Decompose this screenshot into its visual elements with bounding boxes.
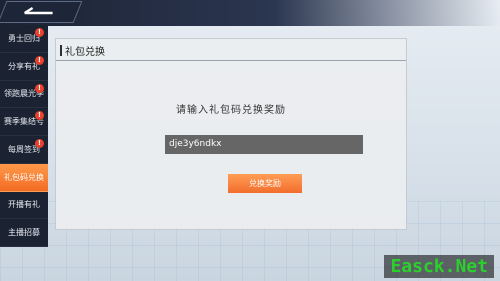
sidebar-item-weekly-checkin[interactable]: 每周签到 ! [0,136,48,164]
gift-code-input[interactable] [165,135,363,154]
sidebar-item-label: 主播招募 [8,228,40,238]
sidebar-item-label: 开播有礼 [8,200,40,210]
notification-badge: ! [35,139,44,148]
sidebar-item-gift-code[interactable]: 礼包码兑换 [0,163,48,192]
sidebar: 勇士回归 ! 分享有礼 ! 领跑晨光季 ! 赛季集结号 ! 每周签到 ! 礼包码… [0,25,48,247]
sidebar-item-return[interactable]: 勇士回归 ! [0,25,48,53]
notification-badge: ! [35,28,44,37]
panel-title: 礼包兑换 [65,47,105,58]
notification-badge: ! [35,83,44,93]
sidebar-item-dawn-season[interactable]: 领跑晨光季 ! [0,81,48,109]
sidebar-item-label: 礼包码兑换 [4,172,44,182]
redeem-button[interactable]: 兑换奖励 [228,174,302,193]
panel-header: 礼包兑换 [56,39,406,61]
sidebar-item-streamer-recruit[interactable]: 主播招募 [0,219,48,247]
sidebar-item-stream-gift[interactable]: 开播有礼 [0,192,48,220]
back-arrow-icon [23,6,53,15]
redeem-prompt: 请输入礼包码兑换奖励 [176,105,286,116]
gift-redeem-panel: 礼包兑换 请输入礼包码兑换奖励 兑换奖励 [55,38,407,230]
watermark: Easck.Net [384,255,494,278]
title-accent-bar [60,45,62,56]
back-button[interactable] [0,1,83,23]
top-bar [0,0,500,26]
notification-badge: ! [35,55,44,65]
sidebar-item-share[interactable]: 分享有礼 ! [0,53,48,81]
sidebar-item-season-rally[interactable]: 赛季集结号 ! [0,108,48,136]
